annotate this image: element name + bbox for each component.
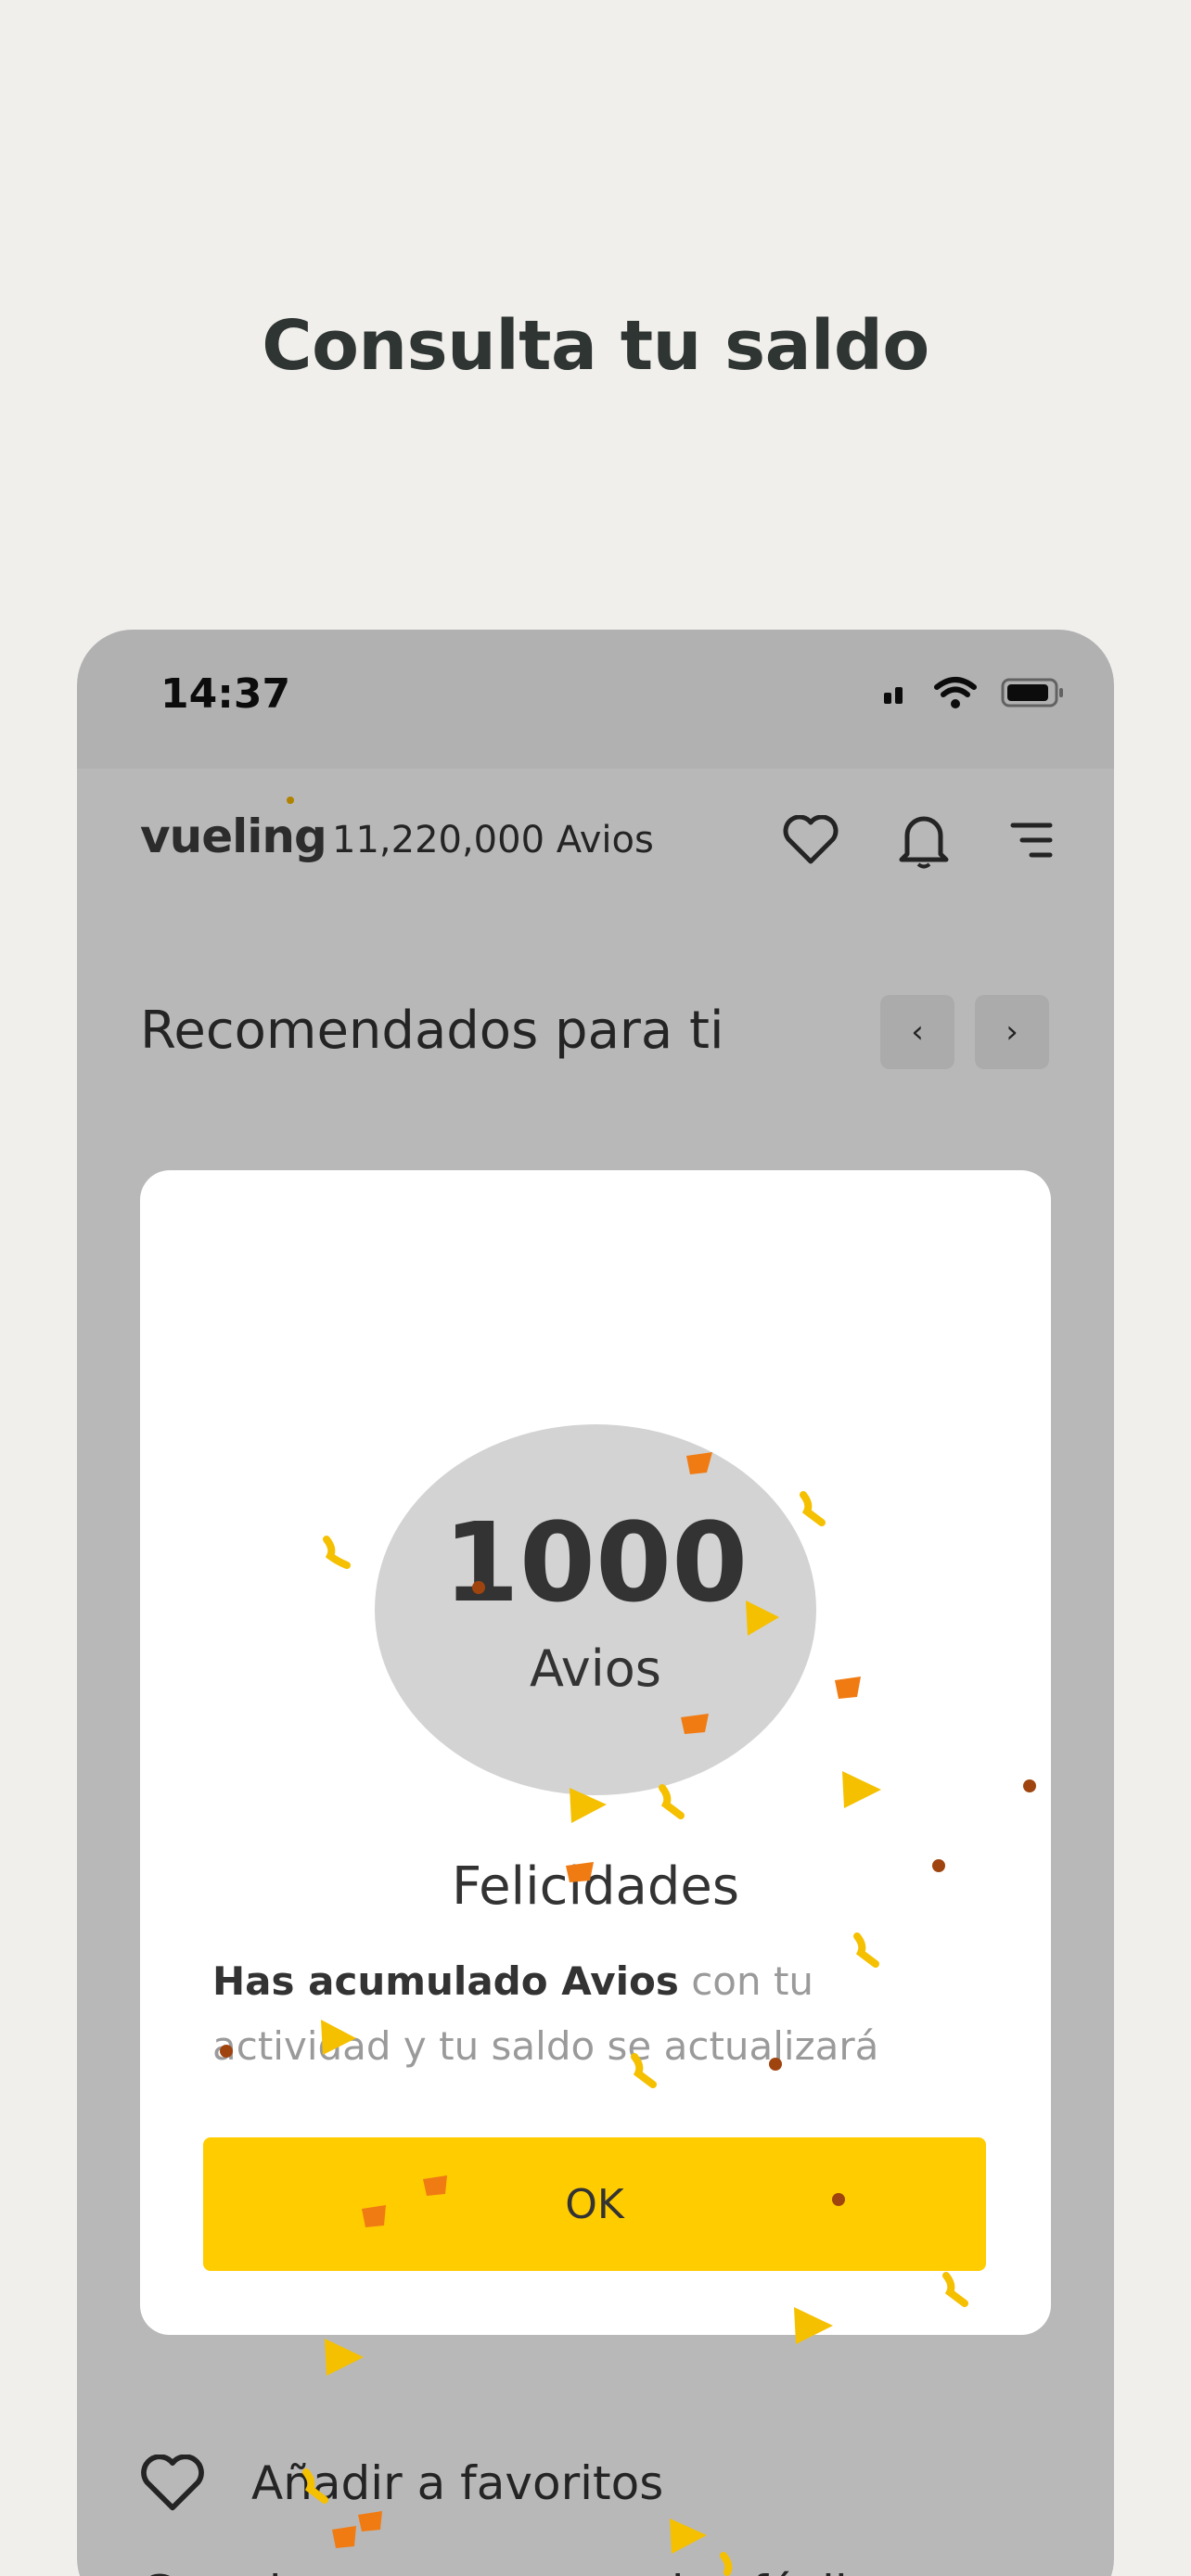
- points-value: 1000: [442, 1498, 749, 1626]
- points-circle: 1000 Avios: [375, 1424, 816, 1795]
- phone-screen: 14:37 vueling 11,220,000 Avios Recomenda…: [77, 630, 1114, 2576]
- dialog-title: Felicidades: [451, 1856, 740, 1917]
- dialog-message: Has acumulado Avios con tu actividad y t…: [212, 1949, 992, 2079]
- headline: Consulta tu saldo: [262, 306, 929, 386]
- dialog-message-bold: Has acumulado Avios: [212, 1958, 679, 2004]
- ok-button[interactable]: OK: [203, 2137, 986, 2271]
- reward-dialog: 1000 Avios Felicidades Has acumulado Avi…: [140, 1170, 1051, 2335]
- points-unit: Avios: [530, 1639, 661, 1698]
